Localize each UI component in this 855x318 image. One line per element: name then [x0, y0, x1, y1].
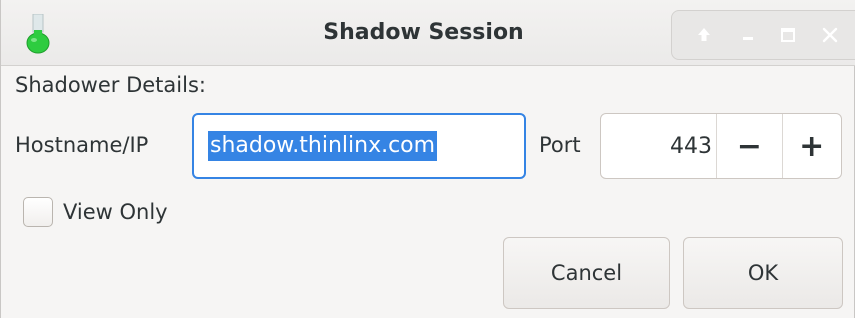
keep-above-icon[interactable] [692, 23, 716, 47]
port-spinner: 443 − + [600, 113, 842, 179]
port-increment-button[interactable]: + [781, 114, 841, 178]
cancel-button[interactable]: Cancel [503, 237, 670, 309]
ok-button[interactable]: OK [683, 237, 843, 309]
section-label: Shadower Details: [15, 73, 206, 97]
shadow-session-dialog: Shadow Session Shadower Details: Hostnam… [0, 0, 855, 318]
view-only-checkbox-row[interactable]: View Only [23, 197, 168, 227]
close-icon[interactable] [818, 23, 842, 47]
hostname-input[interactable]: shadow.thinlinx.com [192, 113, 526, 179]
hostname-label: Hostname/IP [15, 133, 149, 157]
minimize-icon[interactable] [736, 23, 760, 47]
view-only-checkbox[interactable] [23, 197, 53, 227]
window-controls [671, 10, 855, 60]
port-decrement-button[interactable]: − [716, 114, 782, 178]
title-bar[interactable]: Shadow Session [1, 0, 855, 66]
port-label: Port [539, 133, 581, 157]
hostname-value: shadow.thinlinx.com [208, 131, 438, 161]
view-only-label: View Only [63, 200, 168, 224]
maximize-icon[interactable] [776, 23, 800, 47]
port-input[interactable]: 443 [601, 114, 716, 178]
